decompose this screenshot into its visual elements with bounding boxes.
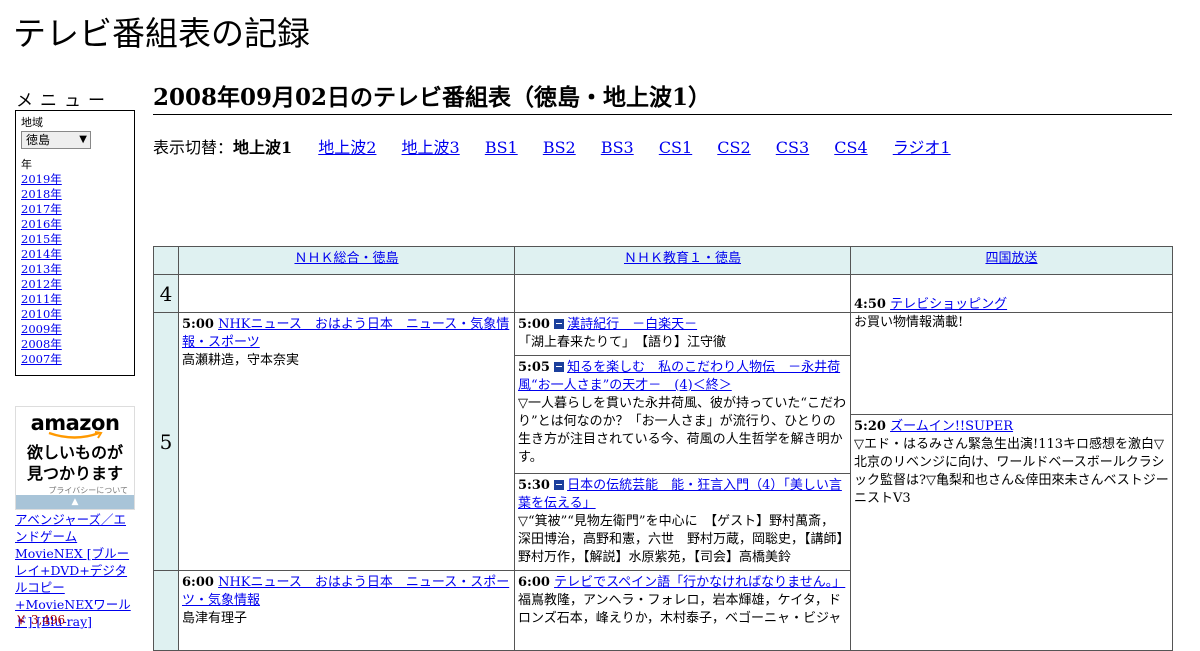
- channel-header-nhk-edu: ＮＨＫ教育１・徳島: [514, 246, 851, 275]
- data-broadcast-icon: [554, 480, 565, 490]
- program-item: 5:20 ズームイン!!SUPER ▽エド・はるみさん緊急生出演!113キロ感想…: [851, 414, 1172, 511]
- region-select-value: 徳島: [26, 133, 51, 147]
- program-cell-empty: [178, 274, 515, 313]
- program-desc: ▽一人暮らしを貫いた永井荷風、彼が持っていた“こだわり”とは何なのか？「お一人さ…: [518, 396, 846, 465]
- page-heading: 2008年09月02日のテレビ番組表（徳島・地上波1）: [153, 82, 1172, 115]
- channel-link-nhk-edu[interactable]: ＮＨＫ教育１・徳島: [624, 251, 741, 266]
- program-title-link[interactable]: 知るを楽しむ 私のこだわり人物伝 －永井荷風“お一人さま”の天才－ (4)＜終＞: [518, 360, 840, 393]
- year-link-2007[interactable]: 2007年: [21, 352, 62, 366]
- year-link-2008[interactable]: 2008年: [21, 337, 62, 351]
- program-item: 4:50 テレビショッピング お買い物情報満載!: [851, 293, 1172, 414]
- program-cell: 5:00 漢詩紀行 －白楽天－ 「湖上春来たりて」 【語り】江守徹 5:05 知…: [514, 312, 851, 571]
- channel-link-shikoku[interactable]: 四国放送: [985, 251, 1037, 266]
- view-link-cs4[interactable]: CS4: [834, 138, 867, 157]
- year-link-2017[interactable]: 2017年: [21, 202, 62, 216]
- program-item: 5:30 日本の伝統芸能 能・狂言入門（4）「美しい言葉を伝える」 ▽“箕被”“…: [515, 473, 850, 570]
- hour-cell-6: [153, 570, 179, 651]
- year-link-2014[interactable]: 2014年: [21, 247, 62, 261]
- view-link-radio1[interactable]: ラジオ1: [893, 138, 951, 157]
- view-link-terrestrial3[interactable]: 地上波3: [402, 138, 460, 157]
- program-title-link[interactable]: テレビショッピング: [890, 297, 1007, 312]
- year-link-2009[interactable]: 2009年: [21, 322, 62, 336]
- program-time: 5:05: [518, 360, 550, 375]
- program-cell: 4:50 テレビショッピング お買い物情報満載! 5:20 ズームイン!!SUP…: [850, 297, 1173, 651]
- program-desc: ▽エド・はるみさん緊急生出演!113キロ感想を激白▽北京のリベンジに向け、ワール…: [854, 437, 1169, 506]
- program-item: 6:00 NHKニュース おはよう日本 ニュース・スポーツ・気象情報 島津有理子: [179, 571, 514, 631]
- caption-icon: [554, 362, 565, 372]
- year-link-2019[interactable]: 2019年: [21, 172, 62, 186]
- year-link-2016[interactable]: 2016年: [21, 217, 62, 231]
- view-switch: 表示切替：地上波1 地上波2 地上波3 BS1 BS2 BS3 CS1 CS2 …: [153, 134, 971, 158]
- hour-cell-4: 4: [153, 274, 179, 313]
- menu-box: 地域 徳島 ▼ 年 2019年 2018年 2017年 2016年 2015年 …: [15, 110, 135, 376]
- hour-cell-5: 5: [153, 312, 179, 571]
- region-label: 地域: [21, 116, 43, 129]
- view-link-bs2[interactable]: BS2: [543, 138, 576, 157]
- program-time: 5:20: [854, 419, 886, 434]
- amazon-ad-banner[interactable]: amazon 欲しいものが 見つかります プライバシーについて ▲: [15, 406, 135, 510]
- schedule-corner: [153, 246, 179, 275]
- view-link-bs1[interactable]: BS1: [485, 138, 518, 157]
- channel-link-nhk-sogo[interactable]: ＮＨＫ総合・徳島: [294, 251, 398, 266]
- program-title-link[interactable]: テレビでスペイン語「行かなければなりません。」: [554, 575, 845, 590]
- program-desc: 島津有理子: [182, 611, 248, 626]
- dropdown-arrow-icon: ▼: [79, 134, 87, 145]
- data-broadcast-icon: [554, 319, 565, 329]
- program-time: 4:50: [854, 297, 886, 312]
- view-switch-current: 地上波1: [233, 138, 293, 157]
- program-item: 5:00 NHKニュース おはよう日本 ニュース・気象情報・スポーツ 高瀬耕造，…: [179, 313, 514, 373]
- program-item: 5:00 漢詩紀行 －白楽天－ 「湖上春来たりて」 【語り】江守徹: [515, 313, 850, 355]
- year-link-2018[interactable]: 2018年: [21, 187, 62, 201]
- program-time: 5:00: [182, 317, 214, 332]
- region-select[interactable]: 徳島 ▼: [21, 131, 91, 149]
- program-title-link[interactable]: NHKニュース おはよう日本 ニュース・スポーツ・気象情報: [182, 575, 509, 608]
- program-desc: ▽“箕被”“見物左衛門”を中心に 【ゲスト】野村萬斎，深田博治，高野和憲，六世 …: [518, 514, 844, 565]
- program-title-link[interactable]: NHKニュース おはよう日本 ニュース・気象情報・スポーツ: [182, 317, 509, 350]
- program-desc: 福嶌教隆，アンヘラ・フォレロ，岩本輝雄，ケイタ，ドロンズ石本，峰えりか，木村泰子…: [518, 593, 842, 626]
- channel-header-shikoku: 四国放送: [850, 246, 1173, 275]
- amazon-logo: amazon: [30, 411, 120, 435]
- program-time: 5:30: [518, 478, 550, 493]
- program-time: 6:00: [182, 575, 214, 590]
- year-link-2011[interactable]: 2011年: [21, 292, 62, 306]
- ad-product-price: ￥ 3,496: [15, 613, 66, 627]
- program-cell: 6:00 NHKニュース おはよう日本 ニュース・スポーツ・気象情報 島津有理子: [178, 570, 515, 651]
- channel-header-nhk-sogo: ＮＨＫ総合・徳島: [178, 246, 515, 275]
- view-link-terrestrial2[interactable]: 地上波2: [318, 138, 376, 157]
- program-title-link[interactable]: ズームイン!!SUPER: [890, 419, 1013, 434]
- program-cell-empty: [514, 274, 851, 313]
- year-link-2010[interactable]: 2010年: [21, 307, 62, 321]
- view-link-cs2[interactable]: CS2: [717, 138, 750, 157]
- program-time: 6:00: [518, 575, 550, 590]
- program-desc: 高瀬耕造，守本奈実: [182, 353, 300, 368]
- view-link-cs1[interactable]: CS1: [659, 138, 692, 157]
- program-cell: 5:00 NHKニュース おはよう日本 ニュース・気象情報・スポーツ 高瀬耕造，…: [178, 312, 515, 571]
- year-link-2015[interactable]: 2015年: [21, 232, 62, 246]
- program-item: 5:05 知るを楽しむ 私のこだわり人物伝 －永井荷風“お一人さま”の天才－ (…: [515, 355, 850, 473]
- ad-expand-icon[interactable]: ▲: [16, 495, 134, 509]
- year-link-2012[interactable]: 2012年: [21, 277, 62, 291]
- program-title-link[interactable]: 日本の伝統芸能 能・狂言入門（4）「美しい言葉を伝える」: [518, 478, 842, 511]
- program-title-link[interactable]: 漢詩紀行 －白楽天－: [567, 317, 697, 332]
- schedule-table: ＮＨＫ総合・徳島 ＮＨＫ教育１・徳島 四国放送 4 5 5:00 NHKニュース…: [153, 246, 1173, 651]
- year-list: 2019年 2018年 2017年 2016年 2015年 2014年 2013…: [21, 172, 129, 367]
- view-link-bs3[interactable]: BS3: [601, 138, 634, 157]
- year-label: 年: [21, 158, 32, 171]
- year-link-2013[interactable]: 2013年: [21, 262, 62, 276]
- program-cell: 6:00 テレビでスペイン語「行かなければなりません。」 福嶌教隆，アンヘラ・フ…: [514, 570, 851, 651]
- program-time: 5:00: [518, 317, 550, 332]
- view-switch-label: 表示切替：: [153, 138, 234, 157]
- program-desc: 「湖上春来たりて」 【語り】江守徹: [518, 335, 727, 350]
- menu-heading: メニュー: [16, 91, 112, 111]
- site-title: テレビ番組表の記録: [13, 14, 310, 53]
- ad-tagline: 欲しいものが 見つかります: [26, 443, 123, 483]
- program-desc: お買い物情報満載!: [854, 315, 964, 330]
- program-item: 6:00 テレビでスペイン語「行かなければなりません。」 福嶌教隆，アンヘラ・フ…: [515, 571, 850, 631]
- view-link-cs3[interactable]: CS3: [776, 138, 809, 157]
